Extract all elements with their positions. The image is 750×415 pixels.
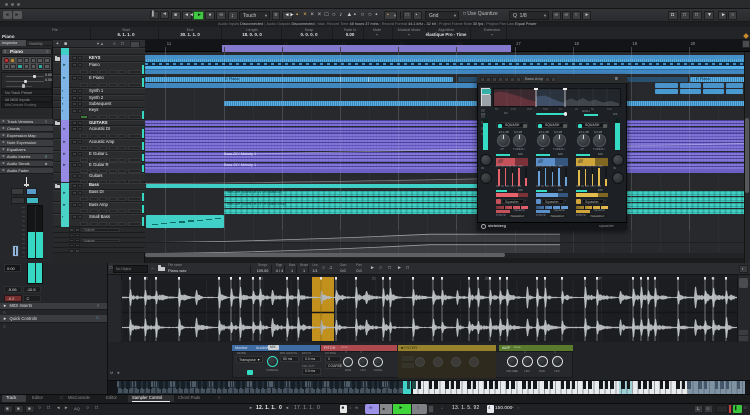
svg-text:5: 5 <box>146 277 148 281</box>
svg-text:37: 37 <box>598 277 602 281</box>
svg-text:21: 21 <box>372 277 376 281</box>
svg-text:45: 45 <box>711 277 715 281</box>
svg-text:29: 29 <box>485 277 489 281</box>
svg-text:13: 13 <box>259 277 263 281</box>
